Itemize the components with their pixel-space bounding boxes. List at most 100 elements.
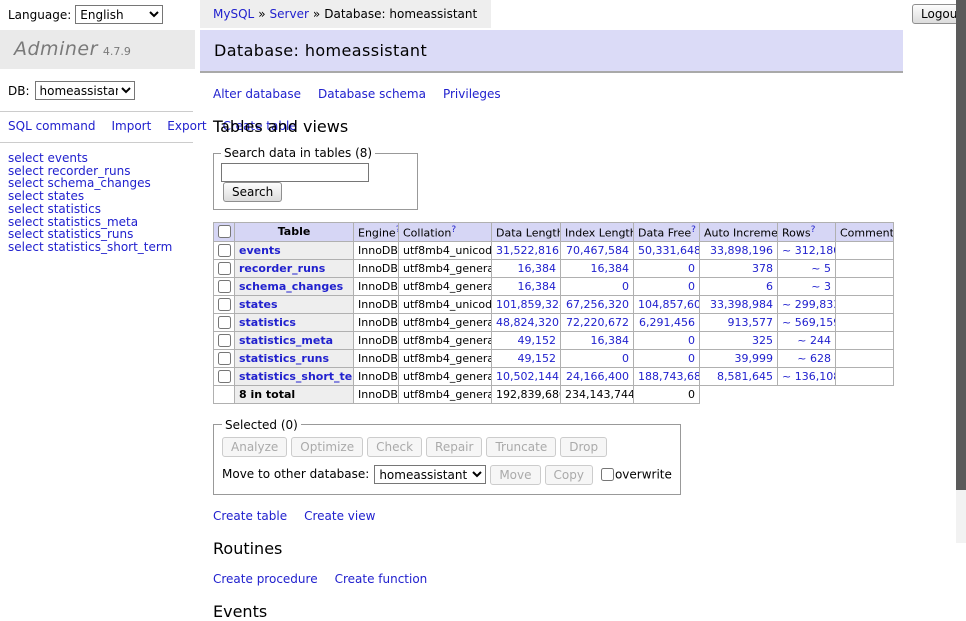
scrollbar-track[interactable] — [956, 0, 966, 543]
move-button[interactable]: Move — [490, 465, 540, 485]
index-length-cell: 16,384 — [561, 331, 634, 349]
engine-cell: InnoDB — [354, 367, 399, 385]
select-all-checkbox[interactable] — [218, 225, 231, 238]
language-select[interactable]: English — [75, 5, 163, 24]
optimize-button[interactable]: Optimize — [291, 437, 363, 457]
rows-cell: ~ 5 — [778, 259, 836, 277]
data-free-cell: 50,331,648 — [634, 241, 700, 259]
comment-cell — [836, 367, 894, 385]
collation-cell: utf8mb4_unicode_ci — [399, 295, 492, 313]
table-name-cell: events — [235, 241, 354, 259]
table-name-cell: statistics_short_term — [235, 367, 354, 385]
collation-cell: utf8mb4_general_ci — [399, 277, 492, 295]
search-input[interactable] — [221, 163, 369, 182]
sidebar-action-sql-command[interactable]: SQL command — [8, 119, 95, 133]
rows-cell: ~ 628 — [778, 349, 836, 367]
tables-heading: Tables and views — [213, 117, 903, 136]
column-header-data-free: Data Free? — [634, 223, 700, 242]
table-row: statesInnoDButf8mb4_unicode_ci101,859,32… — [214, 295, 894, 313]
breadcrumb-link-server[interactable]: Server — [270, 7, 309, 21]
repair-button[interactable]: Repair — [426, 437, 482, 457]
total-engine-cell: InnoDB — [354, 385, 399, 403]
copy-button[interactable]: Copy — [545, 465, 593, 485]
row-checkbox[interactable] — [218, 280, 231, 293]
selected-fieldset: Selected (0) AnalyzeOptimizeCheckRepairT… — [213, 418, 681, 495]
table-name-link-statistics-meta[interactable]: statistics_meta — [239, 334, 333, 347]
sidebar-link-select-statistics-short-term[interactable]: select statistics_short_term — [8, 241, 195, 254]
check-button[interactable]: Check — [367, 437, 422, 457]
table-name-link-states[interactable]: states — [239, 298, 278, 311]
db-link-alter-database[interactable]: Alter database — [213, 87, 301, 101]
table-name-link-statistics[interactable]: statistics — [239, 316, 296, 329]
row-checkbox[interactable] — [218, 262, 231, 275]
create-link-create-table[interactable]: Create table — [213, 509, 287, 523]
db-link-database-schema[interactable]: Database schema — [318, 87, 426, 101]
table-name-link-statistics-runs[interactable]: statistics_runs — [239, 352, 329, 365]
sidebar-action-import[interactable]: Import — [111, 119, 151, 133]
breadcrumb-separator: » — [313, 7, 320, 21]
total-collation-cell: utf8mb4_general_ci — [399, 385, 492, 403]
sidebar-link-select-statistics[interactable]: select statistics — [8, 203, 195, 216]
comment-cell — [836, 259, 894, 277]
table-name-link-statistics-short-term[interactable]: statistics_short_term — [239, 370, 354, 383]
auto-increment-cell: 6 — [700, 277, 778, 295]
breadcrumb-separator: » — [258, 7, 265, 21]
column-help-link[interactable]: ? — [451, 225, 456, 235]
engine-cell: InnoDB — [354, 259, 399, 277]
row-checkbox[interactable] — [218, 316, 231, 329]
column-header-data-length: Data Length? — [492, 223, 561, 242]
table-name-cell: statistics_meta — [235, 331, 354, 349]
search-button[interactable]: Search — [223, 182, 282, 202]
db-selector-row: DB:homeassistant — [8, 81, 195, 100]
column-header-engine: Engine? — [354, 223, 399, 242]
row-checkbox[interactable] — [218, 370, 231, 383]
collation-cell: utf8mb4_general_ci — [399, 331, 492, 349]
create-link-create-view[interactable]: Create view — [304, 509, 375, 523]
page-title: Database: homeassistant — [200, 30, 903, 73]
data-free-cell: 6,291,456 — [634, 313, 700, 331]
column-help-link[interactable]: ? — [691, 225, 696, 235]
table-row: statisticsInnoDButf8mb4_general_ci48,824… — [214, 313, 894, 331]
comment-cell — [836, 241, 894, 259]
overwrite-label[interactable]: overwrite — [615, 467, 672, 481]
app-banner: Adminer4.7.9 — [0, 30, 195, 69]
tables-table: TableEngine?Collation?Data Length?Index … — [213, 222, 894, 404]
index-length-cell: 0 — [561, 349, 634, 367]
breadcrumb-link-mysql[interactable]: MySQL — [213, 7, 254, 21]
rows-cell: ~ 136,108 — [778, 367, 836, 385]
rows-cell: ~ 3 — [778, 277, 836, 295]
scrollbar-thumb[interactable] — [956, 0, 966, 490]
app-logo[interactable]: Adminer — [14, 38, 98, 60]
comment-cell — [836, 295, 894, 313]
move-db-select[interactable]: homeassistant — [374, 465, 486, 484]
tables-table-body: eventsInnoDButf8mb4_unicode_ci31,522,816… — [214, 241, 894, 403]
overwrite-checkbox[interactable] — [601, 468, 614, 481]
data-free-cell: 188,743,680 — [634, 367, 700, 385]
column-help-link[interactable]: ? — [811, 225, 816, 235]
table-header-row: TableEngine?Collation?Data Length?Index … — [214, 223, 894, 242]
table-name-link-schema-changes[interactable]: schema_changes — [239, 280, 343, 293]
index-length-cell: 24,166,400 — [561, 367, 634, 385]
db-select[interactable]: homeassistant — [35, 81, 135, 100]
data-length-cell: 16,384 — [492, 259, 561, 277]
comment-cell — [836, 331, 894, 349]
data-free-cell: 0 — [634, 259, 700, 277]
table-name-link-recorder-runs[interactable]: recorder_runs — [239, 262, 325, 275]
row-checkbox[interactable] — [218, 334, 231, 347]
db-action-links: Alter database Database schema Privileges — [213, 87, 903, 101]
sidebar-divider-bottom — [0, 142, 193, 143]
table-name-link-events[interactable]: events — [239, 244, 281, 257]
table-row: statistics_runsInnoDButf8mb4_general_ci4… — [214, 349, 894, 367]
row-checkbox[interactable] — [218, 244, 231, 257]
truncate-button[interactable]: Truncate — [486, 437, 556, 457]
routine-link-create-procedure[interactable]: Create procedure — [213, 572, 318, 586]
analyze-button[interactable]: Analyze — [222, 437, 287, 457]
row-checkbox[interactable] — [218, 298, 231, 311]
sidebar-link-select-events[interactable]: select events — [8, 152, 195, 165]
data-length-cell: 31,522,816 — [492, 241, 561, 259]
row-checkbox[interactable] — [218, 352, 231, 365]
sidebar-link-select-states[interactable]: select states — [8, 190, 195, 203]
drop-button[interactable]: Drop — [560, 437, 607, 457]
routine-link-create-function[interactable]: Create function — [335, 572, 428, 586]
db-link-privileges[interactable]: Privileges — [443, 87, 501, 101]
